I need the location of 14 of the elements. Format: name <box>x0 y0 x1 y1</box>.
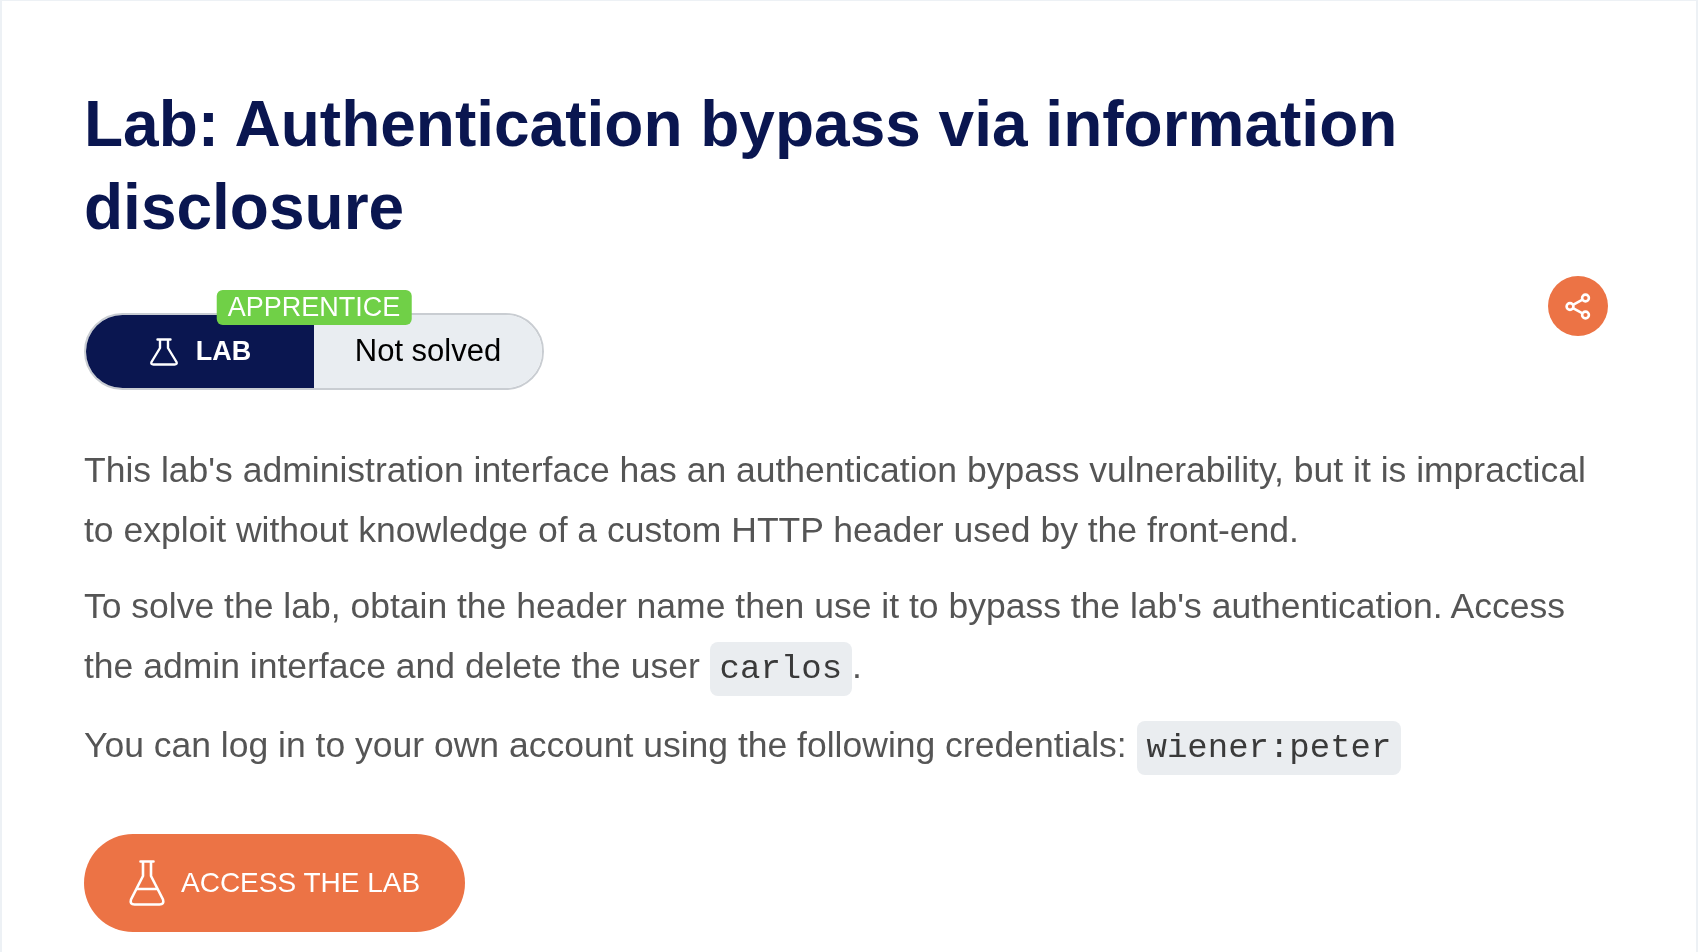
flask-icon <box>148 337 179 366</box>
inline-code: wiener:peter <box>1136 721 1402 775</box>
description-paragraph: This lab's administration interface has an authentication bypass vulnerability, but it is impractical to exploit without knowledge of a custom HTTP header used by the front-end. <box>84 449 1587 552</box>
share-button[interactable] <box>1548 276 1608 336</box>
status-label: Not solved <box>314 315 542 388</box>
page-title: Lab: Authentication bypass via information disclosure <box>84 87 1399 245</box>
difficulty-tag: APPRENTICE <box>216 290 412 325</box>
share-icon <box>1565 292 1591 320</box>
flask-icon <box>128 859 166 907</box>
description-paragraph: You can log in to your own account using the following credentials: wiener:peter <box>84 715 1614 778</box>
access-lab-button[interactable]: ACCESS THE LAB <box>84 834 465 932</box>
description-paragraph: To solve the lab, obtain the header name then use it to bypass the lab's authentication. Access the admin interface and delete the user carlos . <box>84 576 1614 699</box>
lab-type-text: LAB <box>195 338 252 365</box>
inline-code: carlos <box>709 642 853 696</box>
